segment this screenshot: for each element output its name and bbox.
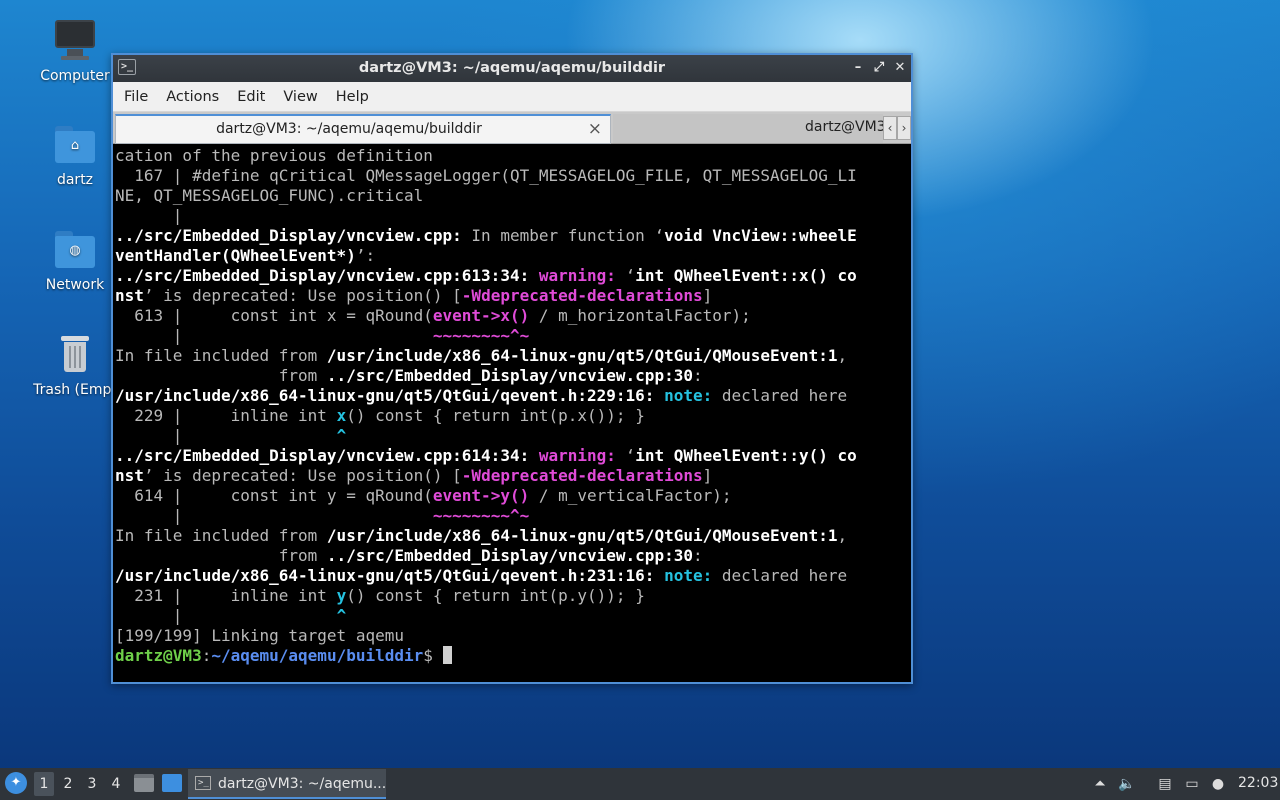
menu-edit[interactable]: Edit xyxy=(228,89,274,105)
terminal-window: >_ dartz@VM3: ~/aqemu/aqemu/builddir – ⤢… xyxy=(111,53,913,684)
clock[interactable]: 22:03 xyxy=(1238,775,1278,791)
menu-file[interactable]: File xyxy=(115,89,157,105)
prompt-separator: : xyxy=(201,646,212,665)
network-folder-icon: ◍ xyxy=(53,227,97,271)
computer-icon xyxy=(53,18,97,62)
clipboard-icon[interactable]: ▤ xyxy=(1156,775,1174,793)
tab-label: dartz@VM3: ~/aqemu/aqemu/builddir xyxy=(805,119,883,135)
workspace-4[interactable]: 4 xyxy=(106,772,126,796)
desktop-icon-label: Computer xyxy=(40,68,110,84)
terminal-cursor xyxy=(442,646,452,664)
workspace-3[interactable]: 3 xyxy=(82,772,102,796)
menu-help[interactable]: Help xyxy=(327,89,378,105)
tab-scroll-right-button[interactable]: › xyxy=(897,116,911,140)
scroll-up-icon[interactable]: ⏶ xyxy=(1091,775,1109,793)
terminal-task-icon: >_ xyxy=(195,776,211,790)
prompt-user: dartz@VM3 xyxy=(115,646,202,665)
trash-icon xyxy=(53,332,97,376)
maximize-button[interactable]: ⤢ xyxy=(870,59,888,77)
window-title: dartz@VM3: ~/aqemu/aqemu/builddir xyxy=(358,60,666,76)
start-menu-icon[interactable]: ✦ xyxy=(5,772,27,794)
terminal-output[interactable]: cation of the previous definition 167 | … xyxy=(113,146,911,682)
notification-icon[interactable]: ● xyxy=(1209,775,1227,793)
tab-close-button[interactable]: × xyxy=(588,119,602,139)
volume-icon[interactable]: 🔈 xyxy=(1118,775,1136,793)
file-manager-icon[interactable] xyxy=(134,774,154,792)
terminal-text: cation of the previous definition 167 | … xyxy=(115,146,857,665)
workspace-1[interactable]: 1 xyxy=(34,772,54,796)
prompt-path: ~/aqemu/aqemu/builddir xyxy=(211,646,424,665)
tab-active[interactable]: dartz@VM3: ~/aqemu/aqemu/builddir × xyxy=(115,114,611,144)
desktop-icon-label: dartz xyxy=(56,172,94,188)
menu-bar: File Actions Edit View Help xyxy=(113,82,911,112)
menu-actions[interactable]: Actions xyxy=(157,89,228,105)
prompt-symbol: $ xyxy=(423,646,443,665)
home-folder-icon: ⌂ xyxy=(53,122,97,166)
tab-inactive[interactable]: dartz@VM3: ~/aqemu/aqemu/builddir xyxy=(613,114,883,143)
menu-view[interactable]: View xyxy=(274,89,326,105)
task-label: dartz@VM3: ~/aqemu... xyxy=(218,776,387,792)
tab-scroll-left-button[interactable]: ‹ xyxy=(883,116,897,140)
desktop-icon-label: Trash (Empt xyxy=(33,382,117,398)
taskbar-terminal-task[interactable]: >_ dartz@VM3: ~/aqemu... xyxy=(188,769,386,799)
show-desktop-icon[interactable] xyxy=(162,774,182,792)
close-button[interactable]: ✕ xyxy=(891,59,909,77)
tab-bar: dartz@VM3: ~/aqemu/aqemu/builddir × dart… xyxy=(113,112,911,144)
minimize-button[interactable]: – xyxy=(849,59,867,77)
desktop-icon-label: Network xyxy=(45,277,105,293)
tab-label: dartz@VM3: ~/aqemu/aqemu/builddir xyxy=(216,121,482,137)
window-titlebar[interactable]: >_ dartz@VM3: ~/aqemu/aqemu/builddir – ⤢… xyxy=(113,55,911,82)
workspace-2[interactable]: 2 xyxy=(58,772,78,796)
display-icon[interactable]: ▭ xyxy=(1183,775,1201,793)
taskbar: ✦ 1 2 3 4 >_ dartz@VM3: ~/aqemu... ⏶ 🔈 ▤… xyxy=(0,768,1280,800)
